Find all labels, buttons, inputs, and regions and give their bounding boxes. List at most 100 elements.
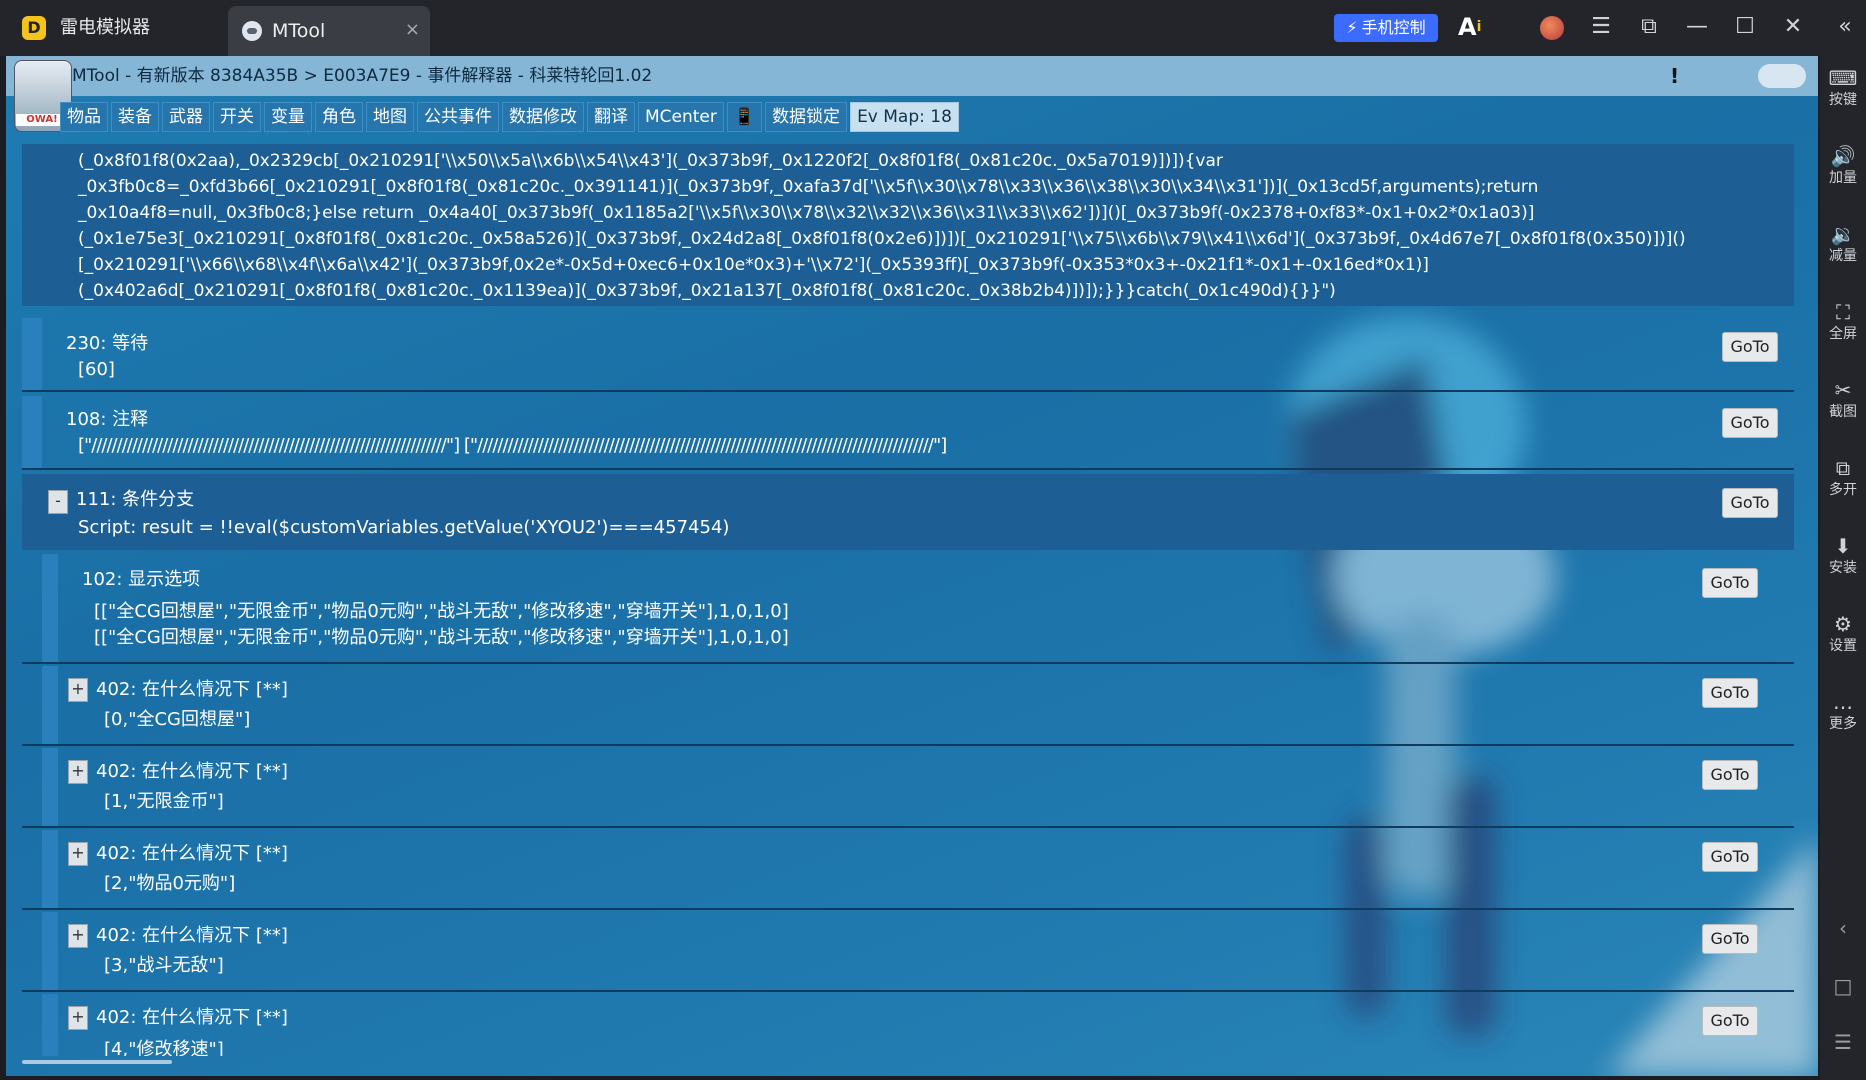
ai-sup: i [1476,19,1482,35]
expand-toggle[interactable]: + [68,842,88,866]
sidebar-volume-up[interactable]: 🔊 加量 [1820,144,1866,188]
collapse-sidebar-icon[interactable]: « [1830,12,1860,42]
row-indent-bar [42,912,58,992]
row-params: [["全CG回想屋","无限金币","物品0元购","战斗无敌","修改移速",… [94,627,789,648]
scissors-icon: ✂ [1834,378,1852,402]
menu-items[interactable]: 物品 [60,102,108,132]
menu-actors[interactable]: 角色 [315,102,363,132]
home-nav-icon[interactable]: □ [1820,974,1866,998]
gear-icon: ⚙ [1834,612,1852,636]
sidebar-label: 设置 [1829,638,1857,654]
row-divider [22,990,1794,992]
row-params: [0,"全CG回想屋"] [104,709,251,730]
sidebar-label: 加量 [1829,170,1857,186]
volume-down-icon: 🔉 [1830,222,1856,246]
goto-button[interactable]: GoTo [1702,760,1758,790]
goto-button[interactable]: GoTo [1702,678,1758,708]
apk-install-icon: ⬇ [1834,534,1852,558]
code-line: (_0x8f01f8(0x2aa),_0x2329cb[_0x210291['\… [78,151,1223,171]
emulator-sidebar: ⌨ 按键 🔊 加量 🔉 减量 ⛶ 全屏 ✂ 截图 ⧉ 多开 ⬇ 安装 ⚙ 设置 … 更多 ‹ □ … [1820,56,1866,1080]
maximize-icon[interactable]: ☐ [1730,12,1760,42]
row-params: [3,"战斗无敌"] [104,955,224,976]
goto-button[interactable]: GoTo [1722,488,1778,518]
alert-icon[interactable]: ! [1670,64,1679,88]
goto-button[interactable]: GoTo [1702,568,1758,598]
row-indent-bar [22,396,42,470]
code-line: (_0x402a6d[_0x210291[_0x8f01f8(_0x81c20c… [78,281,1336,301]
code-line: _0x10a4f8=null,_0x3fb0c8;}else return _0… [78,203,1535,223]
menu-weapons[interactable]: 武器 [162,102,210,132]
window-title: MTool - 有新版本 8384A35B > E003A7E9 - 事件解释器… [72,66,653,86]
close-window-icon[interactable]: ✕ [1778,12,1808,42]
row-divider [22,908,1794,910]
row-divider [22,826,1794,828]
sidebar-install-apk[interactable]: ⬇ 安装 [1820,534,1866,578]
menu-equipment[interactable]: 装备 [111,102,159,132]
restore-window-icon[interactable]: ⧉ [1634,12,1664,42]
menu-translate[interactable]: 翻译 [587,102,635,132]
menu-variables[interactable]: 变量 [264,102,312,132]
row-params: Script: result = !!eval($customVariables… [78,517,730,538]
menu-icon[interactable]: ☰ [1586,12,1616,42]
row-divider [22,662,1794,664]
more-icon: … [1833,690,1853,714]
minimize-icon[interactable]: — [1682,12,1712,42]
goto-button[interactable]: GoTo [1722,408,1778,438]
sidebar-screenshot[interactable]: ✂ 截图 [1820,378,1866,422]
tab-mtool[interactable]: MTool × [228,6,430,56]
menu-common-events[interactable]: 公共事件 [417,102,499,132]
event-row-wait: 230: 等待 [60] GoTo [22,318,1794,392]
phone-control-button[interactable]: ⚡ 手机控制 [1334,14,1438,42]
sidebar-fullscreen[interactable]: ⛶ 全屏 [1820,300,1866,344]
expand-toggle[interactable]: + [68,678,88,702]
menu-mcenter[interactable]: MCenter [638,102,724,132]
sidebar-more[interactable]: … 更多 [1820,690,1866,734]
menu-phone-icon[interactable]: 📱 [726,102,763,132]
ai-button[interactable]: Ai [1458,12,1481,42]
horizontal-scrollbar[interactable] [22,1060,172,1064]
menu-switches[interactable]: 开关 [213,102,261,132]
tab-close-icon[interactable]: × [405,18,420,42]
expand-toggle[interactable]: + [68,924,88,948]
row-divider [22,744,1794,746]
sidebar-volume-down[interactable]: 🔉 减量 [1820,222,1866,266]
user-avatar[interactable] [1540,16,1564,40]
gamepad-icon[interactable] [1758,64,1806,88]
expand-toggle[interactable]: + [68,760,88,784]
expand-toggle[interactable]: + [68,1006,88,1030]
row-params: [2,"物品0元购"] [104,873,236,894]
goto-button[interactable]: GoTo [1702,924,1758,954]
mtool-menu-bar: 物品 装备 武器 开关 变量 角色 地图 公共事件 数据修改 翻译 MCente… [60,102,959,132]
menu-data-lock[interactable]: 数据锁定 [765,102,848,132]
sidebar-label: 多开 [1829,482,1857,498]
event-row-comment: 108: 注释 ["//////////////////////////////… [22,396,1794,470]
row-title: 111: 条件分支 [76,489,195,510]
collapse-toggle[interactable]: - [48,490,68,514]
goto-button[interactable]: GoTo [1702,1006,1758,1036]
back-nav-icon[interactable]: ‹ [1820,916,1866,940]
row-params: [60] [78,359,115,380]
row-divider [22,468,1794,470]
row-indent-bar [42,666,58,746]
goto-button[interactable]: GoTo [1702,842,1758,872]
code-line: (_0x1e75e3[_0x210291[_0x8f01f8(_0x81c20c… [78,229,1686,249]
sidebar-keymap[interactable]: ⌨ 按键 [1820,66,1866,110]
sidebar-multi-instance[interactable]: ⧉ 多开 [1820,456,1866,500]
row-params: [4,"修改移速"] [104,1039,224,1056]
event-row-when: + 402: 在什么情况下 [**] [2,"物品0元购"] GoTo [22,830,1794,910]
menu-ev-map[interactable]: Ev Map: 18 [850,102,959,132]
menu-data-edit[interactable]: 数据修改 [502,102,584,132]
sidebar-label: 截图 [1829,404,1857,420]
multi-window-icon: ⧉ [1835,456,1851,480]
event-row-when: + 402: 在什么情况下 [**] [4,"修改移速"] GoTo [22,994,1794,1056]
event-row-when: + 402: 在什么情况下 [**] [3,"战斗无敌"] GoTo [22,912,1794,992]
goto-button[interactable]: GoTo [1722,332,1778,362]
menu-map[interactable]: 地图 [366,102,414,132]
sidebar-settings[interactable]: ⚙ 设置 [1820,612,1866,656]
row-indent-bar [42,994,58,1056]
code-line: [_0x210291['\\x66\\x68\\x4f\\x6a\\x42'](… [78,255,1429,275]
row-title: 230: 等待 [66,333,149,354]
fullscreen-icon: ⛶ [1836,300,1850,324]
sidebar-label: 更多 [1829,716,1857,732]
recents-nav-icon[interactable]: ☰ [1820,1030,1866,1054]
